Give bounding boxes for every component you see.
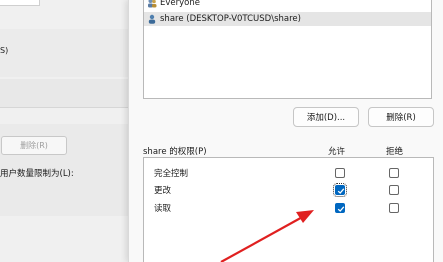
read-deny-checkbox[interactable] (389, 203, 399, 213)
full-control-allow-checkbox[interactable] (335, 168, 345, 178)
full-control-deny-checkbox[interactable] (389, 168, 399, 178)
user-list-item-everyone[interactable]: Everyone (144, 0, 264, 10)
background-panel (0, 29, 128, 77)
change-allow-checkbox[interactable] (333, 183, 347, 197)
background-partial-text: S) (0, 46, 9, 55)
permission-label: 更改 (154, 185, 172, 196)
change-deny-checkbox[interactable] (389, 185, 399, 195)
background-panel-2 (0, 79, 128, 108)
permission-label: 完全控制 (154, 168, 189, 179)
share-permissions-dialog: Everyone share (DESKTOP-V0TCUSD\share) 添… (128, 0, 443, 262)
background-strip (0, 0, 40, 6)
user-list[interactable]: Everyone share (DESKTOP-V0TCUSD\share) (143, 0, 432, 99)
add-button[interactable]: 添加(D)... (293, 107, 359, 127)
user-name: share (DESKTOP-V0TCUSD\share) (160, 14, 301, 24)
deny-column-header: 拒绝 (386, 147, 404, 157)
permission-row-change: 更改 (154, 182, 171, 197)
user-icon (147, 14, 157, 24)
group-icon (147, 0, 157, 8)
permissions-title: share 的权限(P) (143, 147, 207, 157)
checkmark-icon (337, 188, 345, 194)
user-list-item-share[interactable]: share (DESKTOP-V0TCUSD\share) (144, 12, 431, 26)
user-limit-label: 用户数量限制为(L): (0, 169, 74, 179)
user-name: Everyone (160, 0, 200, 8)
background-dialog: S) 删除(R) 用户数量限制为(L): (0, 0, 128, 262)
delete-button[interactable]: 删除(R) (368, 107, 434, 127)
permission-row-full-control: 完全控制 (154, 165, 188, 180)
permission-row-read: 读取 (154, 200, 171, 215)
read-allow-checkbox[interactable] (335, 203, 345, 213)
allow-column-header: 允许 (328, 147, 346, 157)
permission-label: 读取 (154, 203, 172, 214)
background-remove-button: 删除(R) (1, 136, 67, 155)
permissions-list: 完全控制 更改 读取 (143, 157, 434, 262)
checkmark-icon (337, 206, 345, 212)
